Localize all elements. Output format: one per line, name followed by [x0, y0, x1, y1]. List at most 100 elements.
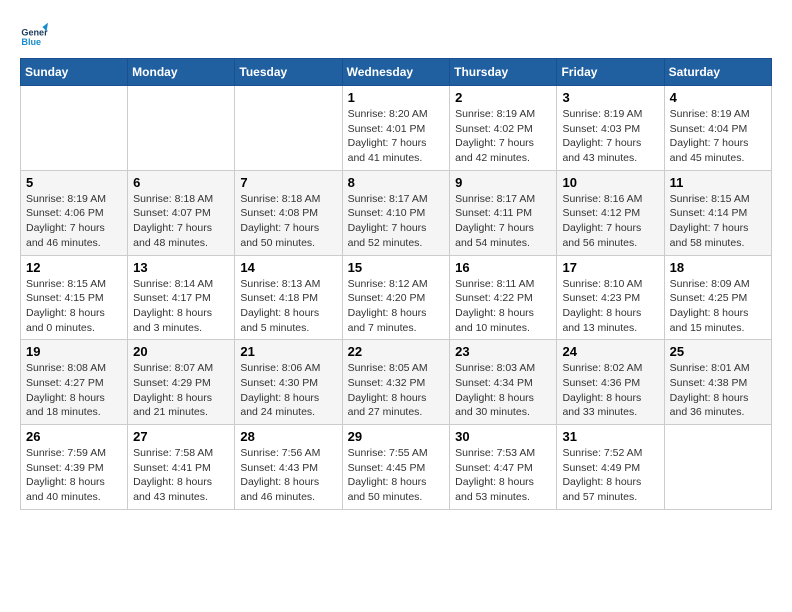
day-number: 14: [240, 260, 336, 275]
page-header: General Blue: [20, 20, 772, 48]
day-number: 15: [348, 260, 445, 275]
calendar-cell: 10 Sunrise: 8:16 AM Sunset: 4:12 PM Dayli…: [557, 170, 664, 255]
calendar-cell: 7Sunrise: 8:18 AM Sunset: 4:08 PM Daylig…: [235, 170, 342, 255]
day-number: 12: [26, 260, 122, 275]
day-number: 25: [670, 344, 766, 359]
day-info: Sunrise: 8:10 AM Sunset: 4:23 PM Dayligh…: [562, 277, 658, 336]
calendar-cell: 4 Sunrise: 8:19 AM Sunset: 4:04 PM Daylig…: [664, 86, 771, 171]
day-info: Sunrise: 8:06 AM Sunset: 4:30 PM Dayligh…: [240, 361, 336, 420]
week-row-1: 5Sunrise: 8:19 AM Sunset: 4:06 PM Daylig…: [21, 170, 772, 255]
day-number: 16: [455, 260, 551, 275]
week-row-3: 19Sunrise: 8:08 AM Sunset: 4:27 PM Dayli…: [21, 340, 772, 425]
logo-icon: General Blue: [20, 20, 48, 48]
day-number: 5: [26, 175, 122, 190]
calendar-table: SundayMondayTuesdayWednesdayThursdayFrid…: [20, 58, 772, 510]
day-number: 26: [26, 429, 122, 444]
day-number: 17: [562, 260, 658, 275]
calendar-cell: 12 Sunrise: 8:15 AM Sunset: 4:15 PM Dayli…: [21, 255, 128, 340]
day-number: 11: [670, 175, 766, 190]
day-info: Sunrise: 8:07 AM Sunset: 4:29 PM Dayligh…: [133, 361, 229, 420]
day-number: 8: [348, 175, 445, 190]
calendar-cell: 3 Sunrise: 8:19 AM Sunset: 4:03 PM Daylig…: [557, 86, 664, 171]
day-number: 3: [562, 90, 658, 105]
day-header-wednesday: Wednesday: [342, 59, 450, 86]
week-row-4: 26 Sunrise: 7:59 AM Sunset: 4:39 PM Dayli…: [21, 425, 772, 510]
day-info: Sunrise: 7:59 AM Sunset: 4:39 PM Dayligh…: [26, 446, 122, 505]
day-number: 27: [133, 429, 229, 444]
day-number: 21: [240, 344, 336, 359]
calendar-cell: 30Sunrise: 7:53 AM Sunset: 4:47 PM Dayli…: [450, 425, 557, 510]
logo: General Blue: [20, 20, 52, 48]
svg-text:Blue: Blue: [21, 37, 41, 47]
day-number: 1: [348, 90, 445, 105]
day-info: Sunrise: 8:11 AM Sunset: 4:22 PM Dayligh…: [455, 277, 551, 336]
calendar-cell: 2 Sunrise: 8:19 AM Sunset: 4:02 PM Daylig…: [450, 86, 557, 171]
day-header-saturday: Saturday: [664, 59, 771, 86]
day-info: Sunrise: 8:17 AM Sunset: 4:10 PM Dayligh…: [348, 192, 445, 251]
day-header-thursday: Thursday: [450, 59, 557, 86]
day-info: Sunrise: 8:19 AM Sunset: 4:02 PM Dayligh…: [455, 107, 551, 166]
day-number: 4: [670, 90, 766, 105]
day-header-tuesday: Tuesday: [235, 59, 342, 86]
day-info: Sunrise: 8:19 AM Sunset: 4:03 PM Dayligh…: [562, 107, 658, 166]
day-info: Sunrise: 8:13 AM Sunset: 4:18 PM Dayligh…: [240, 277, 336, 336]
calendar-cell: [235, 86, 342, 171]
day-info: Sunrise: 8:16 AM Sunset: 4:12 PM Dayligh…: [562, 192, 658, 251]
day-number: 28: [240, 429, 336, 444]
day-info: Sunrise: 8:14 AM Sunset: 4:17 PM Dayligh…: [133, 277, 229, 336]
calendar-cell: 20 Sunrise: 8:07 AM Sunset: 4:29 PM Dayli…: [128, 340, 235, 425]
day-info: Sunrise: 8:17 AM Sunset: 4:11 PM Dayligh…: [455, 192, 551, 251]
day-info: Sunrise: 8:03 AM Sunset: 4:34 PM Dayligh…: [455, 361, 551, 420]
day-info: Sunrise: 8:15 AM Sunset: 4:14 PM Dayligh…: [670, 192, 766, 251]
day-number: 30: [455, 429, 551, 444]
calendar-cell: 31 Sunrise: 7:52 AM Sunset: 4:49 PM Dayli…: [557, 425, 664, 510]
calendar-cell: 8 Sunrise: 8:17 AM Sunset: 4:10 PM Daylig…: [342, 170, 450, 255]
calendar-cell: 23 Sunrise: 8:03 AM Sunset: 4:34 PM Dayli…: [450, 340, 557, 425]
calendar-cell: 16 Sunrise: 8:11 AM Sunset: 4:22 PM Dayli…: [450, 255, 557, 340]
calendar-cell: 27 Sunrise: 7:58 AM Sunset: 4:41 PM Dayli…: [128, 425, 235, 510]
day-info: Sunrise: 8:09 AM Sunset: 4:25 PM Dayligh…: [670, 277, 766, 336]
day-info: Sunrise: 8:15 AM Sunset: 4:15 PM Dayligh…: [26, 277, 122, 336]
calendar-cell: 26 Sunrise: 7:59 AM Sunset: 4:39 PM Dayli…: [21, 425, 128, 510]
day-number: 10: [562, 175, 658, 190]
day-number: 24: [562, 344, 658, 359]
day-info: Sunrise: 8:19 AM Sunset: 4:04 PM Dayligh…: [670, 107, 766, 166]
calendar-cell: 15 Sunrise: 8:12 AM Sunset: 4:20 PM Dayli…: [342, 255, 450, 340]
day-info: Sunrise: 8:12 AM Sunset: 4:20 PM Dayligh…: [348, 277, 445, 336]
day-number: 29: [348, 429, 445, 444]
calendar-cell: 25 Sunrise: 8:01 AM Sunset: 4:38 PM Dayli…: [664, 340, 771, 425]
calendar-cell: 18 Sunrise: 8:09 AM Sunset: 4:25 PM Dayli…: [664, 255, 771, 340]
calendar-cell: 6Sunrise: 8:18 AM Sunset: 4:07 PM Daylig…: [128, 170, 235, 255]
day-number: 18: [670, 260, 766, 275]
day-number: 13: [133, 260, 229, 275]
week-row-0: 1 Sunrise: 8:20 AM Sunset: 4:01 PM Daylig…: [21, 86, 772, 171]
day-number: 19: [26, 344, 122, 359]
calendar-cell: 28 Sunrise: 7:56 AM Sunset: 4:43 PM Dayli…: [235, 425, 342, 510]
calendar-cell: 5Sunrise: 8:19 AM Sunset: 4:06 PM Daylig…: [21, 170, 128, 255]
calendar-cell: 24 Sunrise: 8:02 AM Sunset: 4:36 PM Dayli…: [557, 340, 664, 425]
calendar-cell: 17 Sunrise: 8:10 AM Sunset: 4:23 PM Dayli…: [557, 255, 664, 340]
day-number: 31: [562, 429, 658, 444]
day-info: Sunrise: 8:02 AM Sunset: 4:36 PM Dayligh…: [562, 361, 658, 420]
day-info: Sunrise: 7:56 AM Sunset: 4:43 PM Dayligh…: [240, 446, 336, 505]
calendar-cell: 19Sunrise: 8:08 AM Sunset: 4:27 PM Dayli…: [21, 340, 128, 425]
day-header-monday: Monday: [128, 59, 235, 86]
day-number: 2: [455, 90, 551, 105]
day-number: 23: [455, 344, 551, 359]
calendar-cell: 1 Sunrise: 8:20 AM Sunset: 4:01 PM Daylig…: [342, 86, 450, 171]
day-header-sunday: Sunday: [21, 59, 128, 86]
day-info: Sunrise: 8:20 AM Sunset: 4:01 PM Dayligh…: [348, 107, 445, 166]
calendar-cell: [664, 425, 771, 510]
day-info: Sunrise: 8:05 AM Sunset: 4:32 PM Dayligh…: [348, 361, 445, 420]
svg-text:General: General: [21, 27, 48, 37]
day-info: Sunrise: 8:01 AM Sunset: 4:38 PM Dayligh…: [670, 361, 766, 420]
days-header-row: SundayMondayTuesdayWednesdayThursdayFrid…: [21, 59, 772, 86]
day-number: 22: [348, 344, 445, 359]
day-number: 9: [455, 175, 551, 190]
calendar-cell: 9 Sunrise: 8:17 AM Sunset: 4:11 PM Daylig…: [450, 170, 557, 255]
day-number: 20: [133, 344, 229, 359]
day-info: Sunrise: 7:55 AM Sunset: 4:45 PM Dayligh…: [348, 446, 445, 505]
day-info: Sunrise: 7:52 AM Sunset: 4:49 PM Dayligh…: [562, 446, 658, 505]
calendar-cell: 13 Sunrise: 8:14 AM Sunset: 4:17 PM Dayli…: [128, 255, 235, 340]
day-info: Sunrise: 7:58 AM Sunset: 4:41 PM Dayligh…: [133, 446, 229, 505]
